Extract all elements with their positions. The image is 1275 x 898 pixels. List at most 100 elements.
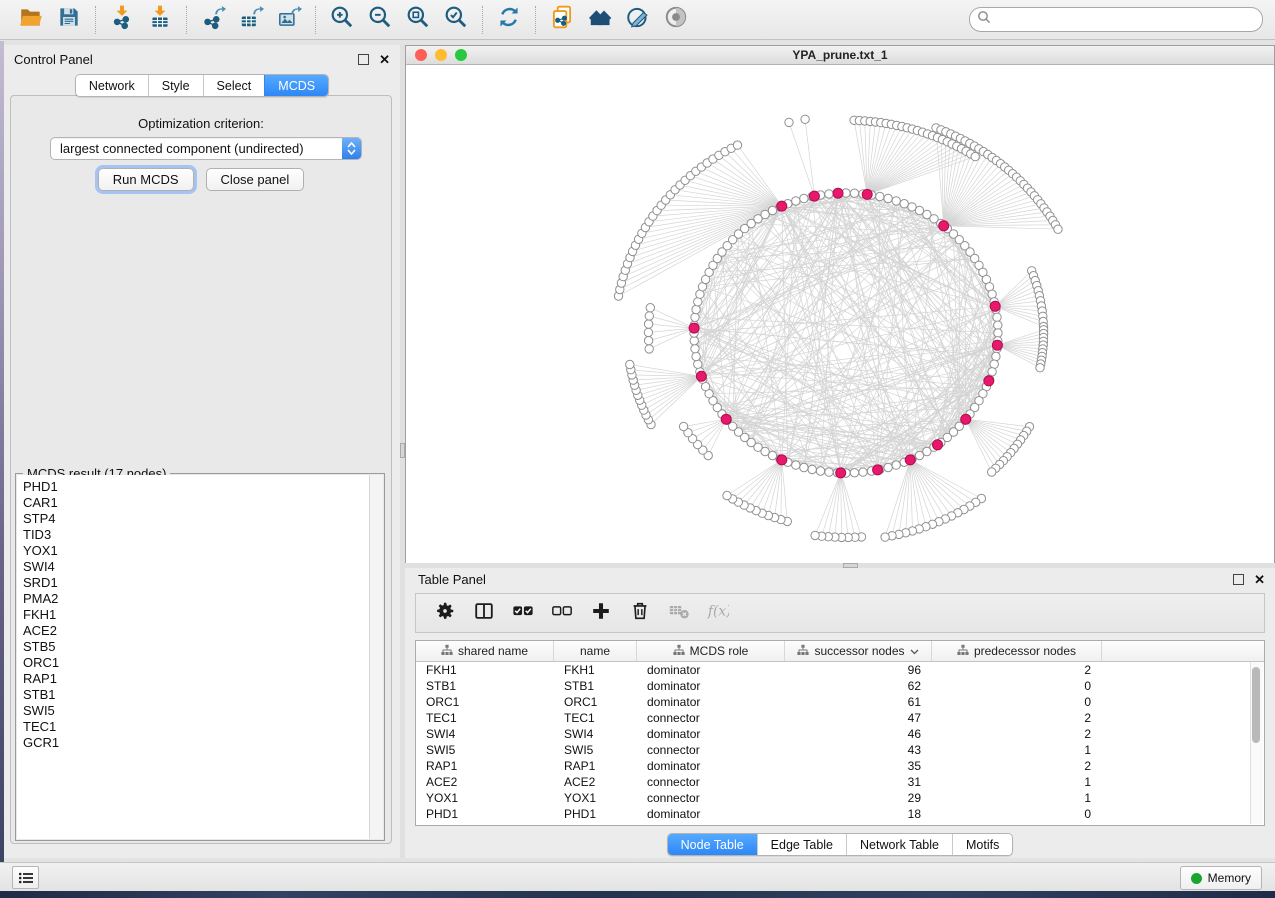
table-toolbar-add-column-button[interactable] xyxy=(586,598,616,628)
result-node-item[interactable]: GCR1 xyxy=(23,735,369,751)
toolbar-export-image-button[interactable] xyxy=(270,3,308,37)
status-bar: Memory xyxy=(0,862,1275,891)
list-mode-button[interactable] xyxy=(12,866,39,889)
column-header-successor-nodes[interactable]: successor nodes xyxy=(785,641,932,661)
toolbar-zoom-selected-button[interactable] xyxy=(437,3,475,37)
table-scrollbar[interactable] xyxy=(1250,662,1263,824)
result-node-item[interactable]: SRD1 xyxy=(23,575,369,591)
column-header-MCDS-role[interactable]: MCDS role xyxy=(637,641,785,661)
table-row[interactable]: ACE2ACE2connector311 xyxy=(416,774,1264,790)
split-view-icon xyxy=(473,600,495,627)
table-panel-float-icon[interactable] xyxy=(1233,574,1244,585)
zoom-selected-icon xyxy=(443,4,469,35)
toolbar-vizmapper-button[interactable] xyxy=(619,3,657,37)
result-node-item[interactable]: YOX1 xyxy=(23,543,369,559)
table-cell: ORC1 xyxy=(554,694,637,710)
toolbar-separator xyxy=(482,6,483,34)
zoom-in-icon xyxy=(329,4,355,35)
result-node-item[interactable]: ORC1 xyxy=(23,655,369,671)
table-cell: 0 xyxy=(932,678,1102,694)
network-canvas[interactable] xyxy=(406,65,1274,563)
table-row[interactable]: YOX1YOX1connector291 xyxy=(416,790,1264,806)
toolbar-toggle-visibility-button[interactable] xyxy=(657,3,695,37)
table-row[interactable]: RAP1RAP1dominator352 xyxy=(416,758,1264,774)
table-row[interactable]: PHD1PHD1dominator180 xyxy=(416,806,1264,822)
tab-network-table[interactable]: Network Table xyxy=(846,834,952,855)
tab-network[interactable]: Network xyxy=(76,75,148,96)
toolbar-import-table-button[interactable] xyxy=(141,3,179,37)
table-toolbar-delete-column-button[interactable] xyxy=(625,598,655,628)
table-cell: connector xyxy=(637,774,785,790)
result-node-item[interactable]: SWI5 xyxy=(23,703,369,719)
table-cell: 0 xyxy=(932,806,1102,822)
optimization-criterion-select[interactable]: largest connected component (undirected) xyxy=(50,137,362,160)
tab-style[interactable]: Style xyxy=(148,75,203,96)
table-toolbar-settings-button[interactable] xyxy=(430,598,460,628)
result-node-item[interactable]: STB5 xyxy=(23,639,369,655)
result-node-item[interactable]: SWI4 xyxy=(23,559,369,575)
toolbar-import-network-button[interactable] xyxy=(103,3,141,37)
table-scrollbar-thumb[interactable] xyxy=(1252,667,1260,743)
window-maximize-button[interactable] xyxy=(455,49,467,61)
search-box[interactable] xyxy=(969,7,1263,32)
tab-mcds[interactable]: MCDS xyxy=(264,75,328,96)
tab-motifs[interactable]: Motifs xyxy=(952,834,1012,855)
network-window-titlebar[interactable]: YPA_prune.txt_1 xyxy=(406,46,1274,65)
table-row[interactable]: TEC1TEC1connector472 xyxy=(416,710,1264,726)
toolbar-zoom-out-button[interactable] xyxy=(361,3,399,37)
network-graph[interactable] xyxy=(406,65,1274,563)
toolbar-separator xyxy=(186,6,187,34)
result-node-item[interactable]: PMA2 xyxy=(23,591,369,607)
toolbar-export-table-button[interactable] xyxy=(232,3,270,37)
toolbar-refresh-layout-button[interactable] xyxy=(490,3,528,37)
table-cell: YOX1 xyxy=(416,790,554,806)
table-toolbar-deselect-all-button[interactable] xyxy=(547,598,577,628)
toolbar-export-network-button[interactable] xyxy=(194,3,232,37)
result-node-item[interactable]: RAP1 xyxy=(23,671,369,687)
memory-button[interactable]: Memory xyxy=(1180,866,1262,890)
mcds-result-list[interactable]: PHD1CAR1STP4TID3YOX1SWI4SRD1PMA2FKH1ACE2… xyxy=(17,475,370,839)
table-row[interactable]: SWI4SWI4dominator462 xyxy=(416,726,1264,742)
search-input[interactable] xyxy=(996,10,1255,30)
svg-text:f(x): f(x) xyxy=(707,603,729,619)
table-row[interactable]: SWI5SWI5connector431 xyxy=(416,742,1264,758)
column-header-name[interactable]: name xyxy=(554,641,637,661)
result-node-item[interactable]: STP4 xyxy=(23,511,369,527)
toolbar-share-network-button[interactable] xyxy=(543,3,581,37)
toolbar-save-session-button[interactable] xyxy=(50,3,88,37)
table-row[interactable]: ORC1ORC1dominator610 xyxy=(416,694,1264,710)
result-node-item[interactable]: PHD1 xyxy=(23,479,369,495)
result-node-item[interactable]: FKH1 xyxy=(23,607,369,623)
table-cell: FKH1 xyxy=(416,662,554,678)
table-cell: 31 xyxy=(785,774,932,790)
table-cell: 2 xyxy=(932,710,1102,726)
window-minimize-button[interactable] xyxy=(435,49,447,61)
result-node-item[interactable]: TID3 xyxy=(23,527,369,543)
toolbar-zoom-fit-button[interactable] xyxy=(399,3,437,37)
window-close-button[interactable] xyxy=(415,49,427,61)
toolbar-zoom-in-button[interactable] xyxy=(323,3,361,37)
table-toolbar-select-all-button[interactable] xyxy=(508,598,538,628)
run-mcds-button[interactable]: Run MCDS xyxy=(98,168,194,191)
zoom-fit-icon xyxy=(405,4,431,35)
toolbar-network-overview-button[interactable] xyxy=(581,3,619,37)
tab-select[interactable]: Select xyxy=(203,75,265,96)
toolbar-open-file-button[interactable] xyxy=(12,3,50,37)
column-header-shared-name[interactable]: shared name xyxy=(416,641,554,661)
table-cell: 18 xyxy=(785,806,932,822)
table-toolbar-split-view-button[interactable] xyxy=(469,598,499,628)
result-node-item[interactable]: ACE2 xyxy=(23,623,369,639)
table-row[interactable]: FKH1FKH1dominator962 xyxy=(416,662,1264,678)
close-panel-button[interactable]: Close panel xyxy=(206,168,305,191)
table-panel-close-icon[interactable]: ✕ xyxy=(1254,575,1265,584)
tab-edge-table[interactable]: Edge Table xyxy=(757,834,846,855)
control-panel-float-icon[interactable] xyxy=(358,54,369,65)
tab-node-table[interactable]: Node Table xyxy=(668,834,757,855)
result-node-item[interactable]: TEC1 xyxy=(23,719,369,735)
table-row[interactable]: STB1STB1dominator620 xyxy=(416,678,1264,694)
result-node-item[interactable]: STB1 xyxy=(23,687,369,703)
column-header-predecessor-nodes[interactable]: predecessor nodes xyxy=(932,641,1102,661)
result-node-item[interactable]: CAR1 xyxy=(23,495,369,511)
result-list-scrollbar[interactable] xyxy=(370,475,383,839)
control-panel-close-icon[interactable]: ✕ xyxy=(379,55,390,64)
